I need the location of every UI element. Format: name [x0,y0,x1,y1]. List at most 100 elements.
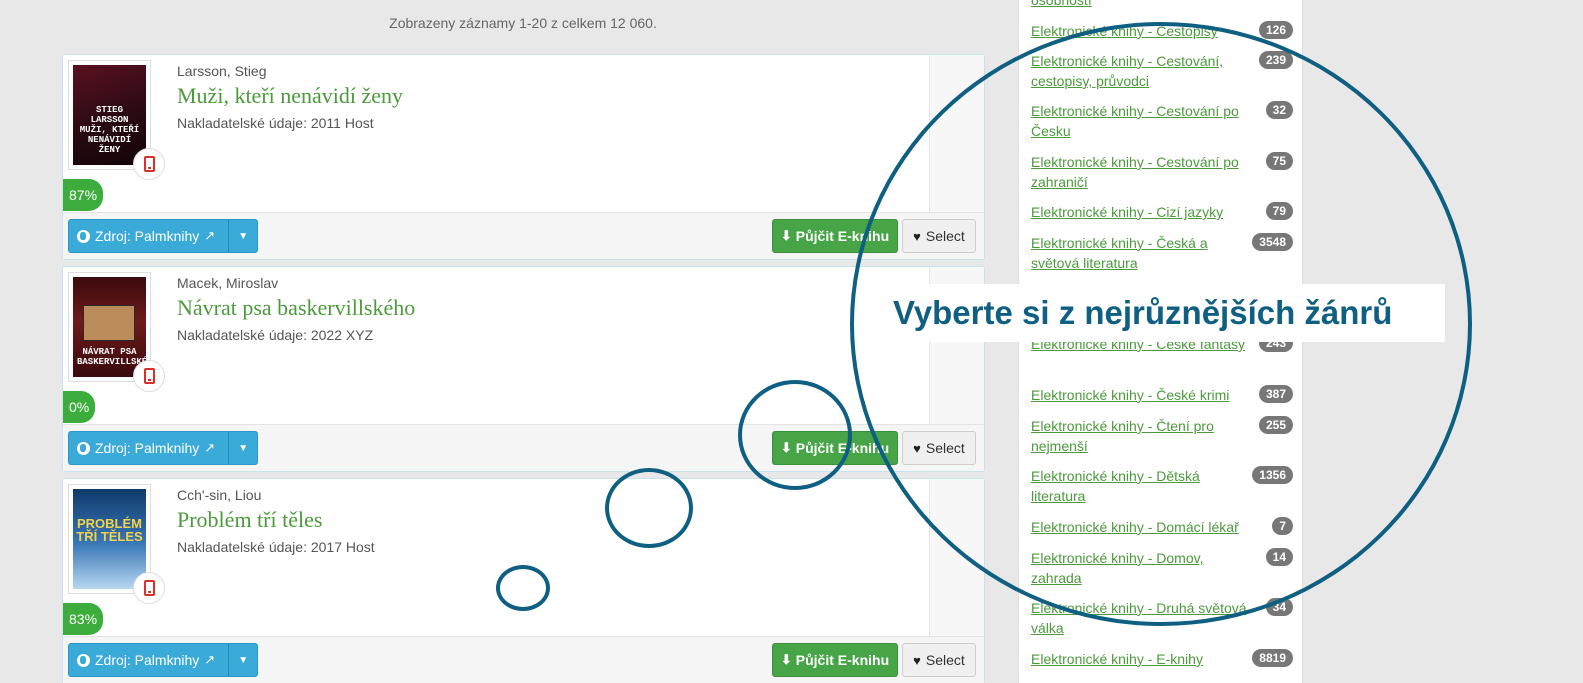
genre-facet-item[interactable]: Elektronické knihy - Cizí jazyky 79 [1031,202,1293,222]
borrow-ebook-button[interactable]: ⬇ Půjčit E-knihu [772,431,898,465]
genre-facet-item[interactable]: Elektronické knihy - Cestování, cestopis… [1031,51,1293,91]
source-button[interactable]: Zdroj: Palmknihy ↗ ▼ [68,643,258,677]
genre-facet-item[interactable]: Elektronické knihy - Česká a světová lit… [1031,233,1293,273]
ebook-format-badge [133,360,165,392]
cover-text: PROBLÉM TŘÍ TĚLES [76,516,143,544]
record-actions: Zdroj: Palmknihy ↗ ▼ ⬇ Půjčit E-knihu ♥ … [63,212,984,259]
external-link-icon: ↗ [204,652,216,667]
genre-link[interactable]: Elektronické knihy - E-knihy [1031,649,1256,669]
genre-count-badge: 8819 [1252,649,1293,667]
record-title-link[interactable]: Problém tří těles [177,507,322,533]
record-publication-info: Nakladatelské údaje: 2011 Host [177,115,374,131]
heart-icon: ♥ [913,440,921,456]
genre-link[interactable]: Elektronické knihy - Domov, zahrada [1031,548,1256,588]
genre-count-badge: 32 [1265,101,1293,119]
genre-count-badge: 3548 [1252,233,1293,251]
source-button[interactable]: Zdroj: Palmknihy ↗ ▼ [68,431,258,465]
genre-count-badge: 14 [1265,548,1293,566]
select-label: Select [925,652,965,668]
borrow-label: Půjčit E-knihu [795,652,890,668]
genre-link[interactable]: Elektronické knihy - Česká a světová lit… [1031,233,1256,273]
match-percent-badge: 83% [63,603,104,635]
genre-facet-item[interactable]: Elektronické knihy - Druhá světová válka… [1031,598,1293,638]
download-icon: ⬇ [780,652,792,667]
genre-count-badge: 126 [1258,21,1293,39]
cover-illustration [83,305,135,341]
genre-facet-item[interactable]: Elektronické knihy - Cestování po Česku … [1031,101,1293,141]
select-button[interactable]: ♥ Select [902,219,976,253]
genre-count-badge: 7 [1272,517,1293,535]
genre-count-badge: 387 [1258,385,1293,403]
result-record: NÁVRAT PSA BASKERVILLSKÉHO 0% Macek, Mir… [62,266,985,472]
record-publication-info: Nakladatelské údaje: 2022 XYZ [177,327,374,343]
genre-count-badge: 75 [1265,152,1293,170]
source-label: Zdroj: Palmknihy [95,652,200,668]
globe-icon [77,441,90,455]
select-label: Select [925,228,965,244]
promo-headline: Vyberte si z nejrůznějších žánrů [878,284,1445,342]
genre-link[interactable]: Elektronické knihy - Cestování po zahran… [1031,152,1256,192]
record-title-link[interactable]: Návrat psa baskervillského [177,295,415,321]
caret-down-icon[interactable]: ▼ [229,231,257,242]
heart-icon: ♥ [913,652,921,668]
genre-count-badge: 79 [1265,202,1293,220]
caret-down-icon[interactable]: ▼ [229,443,257,454]
record-author: Macek, Miroslav [177,275,279,291]
genre-link[interactable]: Elektronické knihy - Cizí jazyky [1031,202,1256,222]
genre-facet-item[interactable]: Elektronické knihy - Cestování po zahran… [1031,152,1293,192]
record-author: Larsson, Stieg [177,63,267,79]
borrow-ebook-button[interactable]: ⬇ Půjčit E-knihu [772,643,898,677]
record-side-strip [929,55,984,213]
source-label: Zdroj: Palmknihy [95,440,200,456]
genre-facet-item[interactable]: Elektronické knihy - Čtení pro nejmenší … [1031,416,1293,456]
globe-icon [77,229,90,243]
source-button[interactable]: Zdroj: Palmknihy ↗ ▼ [68,219,258,253]
record-actions: Zdroj: Palmknihy ↗ ▼ ⬇ Půjčit E-knihu ♥ … [63,424,984,471]
tablet-icon [143,156,155,172]
genre-link[interactable]: Elektronické knihy - Dětská literatura [1031,466,1256,506]
results-summary: Zobrazeny záznamy 1-20 z celkem 12 060. [389,15,657,31]
ebook-format-badge [133,572,165,604]
external-link-icon: ↗ [204,228,216,243]
genre-count-badge: 239 [1258,51,1293,69]
record-publication-info: Nakladatelské údaje: 2017 Host [177,539,375,555]
cover-text: NÁVRAT PSA BASKERVILLSKÉHO [77,347,146,367]
tablet-icon [143,368,155,384]
tablet-icon [143,580,155,596]
genre-facet-item[interactable]: Elektronické knihy - E-knihy 8819 [1031,649,1293,669]
select-button[interactable]: ♥ Select [902,643,976,677]
record-side-strip [929,479,984,637]
result-record: PROBLÉM TŘÍ TĚLES 83% Cch'-sin, Liou Pro… [62,478,985,683]
cover-text: STIEG LARSSON MUŽI, KTEŘÍ NENÁVIDÍ ŽENY [79,105,140,155]
borrow-label: Půjčit E-knihu [795,440,890,456]
genre-count-badge: 255 [1258,416,1293,434]
borrow-ebook-button[interactable]: ⬇ Půjčit E-knihu [772,219,898,253]
genre-link[interactable]: osobností [1031,0,1256,10]
genre-facet-item[interactable]: Elektronické knihy - Domov, zahrada 14 [1031,548,1293,588]
genre-facet-item[interactable]: osobností [1031,0,1293,10]
genre-link[interactable]: Elektronické knihy - Druhá světová válka [1031,598,1256,638]
genre-count-badge: 34 [1265,598,1293,616]
globe-icon [77,653,90,667]
borrow-label: Půjčit E-knihu [795,228,890,244]
genre-link[interactable]: Elektronické knihy - Domácí lékař [1031,517,1256,537]
genre-facet-item[interactable]: Elektronické knihy - Cestopisy 126 [1031,21,1293,41]
record-title-link[interactable]: Muži, kteří nenávidí ženy [177,83,403,109]
select-label: Select [925,440,965,456]
genre-facet-item[interactable]: Elektronické knihy - České krimi 387 [1031,385,1293,405]
genre-facet-item[interactable]: Elektronické knihy - Dětská literatura 1… [1031,466,1293,506]
match-percent-badge: 87% [63,179,104,211]
genre-facet-item[interactable]: Elektronické knihy - Domácí lékař 7 [1031,517,1293,537]
caret-down-icon[interactable]: ▼ [229,655,257,666]
genre-count-badge: 1356 [1252,466,1293,484]
external-link-icon: ↗ [204,440,216,455]
genre-link[interactable]: Elektronické knihy - Cestování po Česku [1031,101,1256,141]
genre-link[interactable]: Elektronické knihy - Cestopisy [1031,21,1256,41]
source-label: Zdroj: Palmknihy [95,228,200,244]
genre-link[interactable]: Elektronické knihy - Cestování, cestopis… [1031,51,1256,91]
genre-link[interactable]: Elektronické knihy - Čtení pro nejmenší [1031,416,1256,456]
heart-icon: ♥ [913,228,921,244]
result-record: STIEG LARSSON MUŽI, KTEŘÍ NENÁVIDÍ ŽENY … [62,54,985,260]
select-button[interactable]: ♥ Select [902,431,976,465]
genre-link[interactable]: Elektronické knihy - České krimi [1031,385,1256,405]
